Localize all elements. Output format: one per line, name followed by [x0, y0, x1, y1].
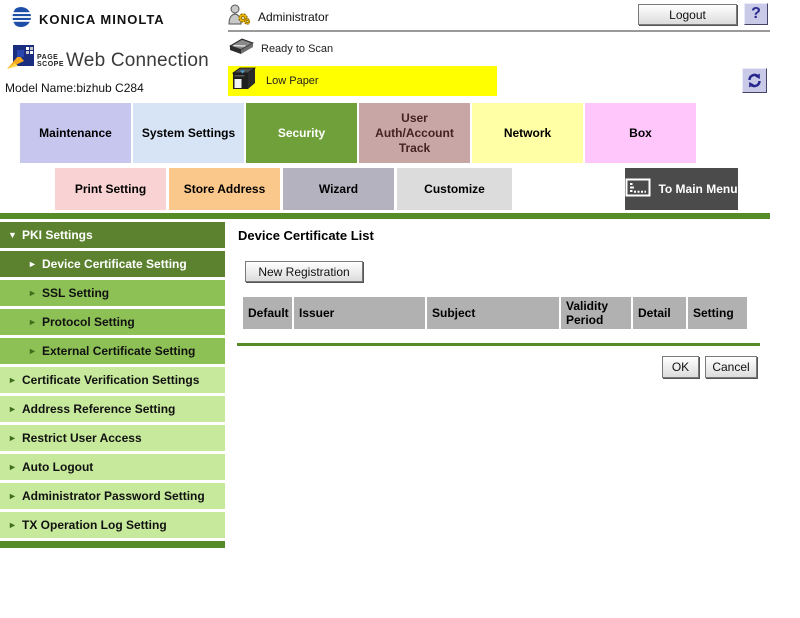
chevron-right-icon: ► [8, 401, 22, 417]
pagescope-web-connection-app: KONICA MINOLTA PAGE SCOPE Web Connection… [0, 0, 800, 618]
product-name: Web Connection [66, 50, 209, 72]
sidebar-item-protocol-setting[interactable]: ► Protocol Setting [0, 309, 225, 335]
refresh-button[interactable] [742, 68, 767, 93]
chevron-right-icon: ► [8, 459, 22, 475]
status-low-paper: Low Paper [228, 66, 497, 96]
sidebar-bottom-bar [0, 541, 225, 548]
header-divider [228, 30, 770, 32]
action-button-row: OK Cancel [230, 356, 757, 378]
cancel-button[interactable]: Cancel [705, 356, 757, 378]
sidebar-item-label: Certificate Verification Settings [22, 372, 225, 388]
chevron-right-icon: ► [28, 285, 42, 301]
tab-print-setting[interactable]: Print Setting [55, 168, 166, 210]
main-content: Device Certificate List New Registration… [230, 222, 775, 243]
sidebar-item-tx-operation-log-setting[interactable]: ► TX Operation Log Setting [0, 512, 225, 538]
status-ready-to-scan: Ready to Scan [228, 38, 333, 60]
refresh-icon [746, 72, 763, 89]
new-registration-button[interactable]: New Registration [245, 261, 363, 282]
ok-button[interactable]: OK [662, 356, 699, 378]
administrator-user-icon [228, 4, 250, 30]
admin-user-row: Administrator [228, 4, 329, 30]
chevron-down-icon: ▼ [8, 227, 22, 243]
sidebar-item-ssl-setting[interactable]: ► SSL Setting [0, 280, 225, 306]
chevron-right-icon: ► [8, 372, 22, 388]
status-ready-label: Ready to Scan [261, 43, 333, 55]
sidebar-item-certificate-verification-settings[interactable]: ► Certificate Verification Settings [0, 367, 225, 393]
pagescope-word-page: PAGE [37, 54, 64, 61]
konica-minolta-globe-icon [9, 6, 33, 33]
sidebar-item-label: TX Operation Log Setting [22, 517, 225, 533]
tab-wizard[interactable]: Wizard [283, 168, 394, 210]
sidebar-item-label: PKI Settings [22, 227, 225, 243]
sub-tab-bar: Print Setting Store Address Wizard Custo… [55, 168, 512, 210]
tab-system-settings[interactable]: System Settings [133, 103, 244, 163]
column-header-issuer: Issuer [294, 297, 425, 329]
sidebar-item-label: Address Reference Setting [22, 401, 225, 417]
to-main-menu-button[interactable]: To Main Menu [625, 168, 738, 210]
column-header-detail: Detail [633, 297, 686, 329]
sidebar-item-label: Administrator Password Setting [22, 488, 225, 504]
chevron-right-icon: ► [28, 256, 42, 272]
chevron-right-icon: ► [8, 488, 22, 504]
sidebar-item-device-certificate-setting[interactable]: ► Device Certificate Setting [0, 251, 225, 277]
tab-user-auth-account-track[interactable]: User Auth/Account Track [359, 103, 470, 163]
sidebar-item-external-certificate-setting[interactable]: ► External Certificate Setting [0, 338, 225, 364]
tab-box[interactable]: Box [585, 103, 696, 163]
column-header-default: Default [243, 297, 292, 329]
column-header-validity-period: Validity Period [561, 297, 631, 329]
tab-network[interactable]: Network [472, 103, 583, 163]
main-tab-bar: Maintenance System Settings Security Use… [20, 103, 696, 163]
administrator-label: Administrator [258, 10, 329, 24]
column-header-subject: Subject [427, 297, 559, 329]
tab-store-address[interactable]: Store Address [169, 168, 280, 210]
sidebar-item-label: Auto Logout [22, 459, 225, 475]
tab-customize[interactable]: Customize [397, 168, 512, 210]
sidebar-item-restrict-user-access[interactable]: ► Restrict User Access [0, 425, 225, 451]
sidebar-item-label: External Certificate Setting [42, 343, 225, 359]
sidebar-item-pki-settings[interactable]: ▼ PKI Settings [0, 222, 225, 248]
pagescope-icon [5, 45, 35, 76]
model-name: Model Name:bizhub C284 [5, 81, 220, 95]
sidebar-item-label: Device Certificate Setting [42, 256, 225, 272]
to-main-menu-label: To Main Menu [658, 182, 737, 196]
sidebar-item-label: Protocol Setting [42, 314, 225, 330]
page-title: Device Certificate List [238, 228, 775, 243]
printer-icon [230, 65, 258, 98]
sidebar-item-administrator-password-setting[interactable]: ► Administrator Password Setting [0, 483, 225, 509]
sidebar-item-auto-logout[interactable]: ► Auto Logout [0, 454, 225, 480]
status-low-paper-label: Low Paper [266, 75, 319, 87]
chevron-right-icon: ► [28, 314, 42, 330]
scanner-icon [228, 37, 255, 61]
content-divider-rule [237, 343, 760, 346]
tab-security[interactable]: Security [246, 103, 357, 163]
main-menu-icon [625, 178, 651, 200]
help-button[interactable]: ? [744, 3, 768, 25]
chevron-right-icon: ► [8, 517, 22, 533]
logout-button[interactable]: Logout [638, 4, 737, 25]
active-tab-underline-bar [0, 213, 770, 219]
konica-minolta-logo-text: KONICA MINOLTA [39, 12, 165, 27]
chevron-right-icon: ► [8, 430, 22, 446]
settings-sidebar: ▼ PKI Settings ► Device Certificate Sett… [0, 222, 225, 548]
chevron-right-icon: ► [28, 343, 42, 359]
brand-block: KONICA MINOLTA PAGE SCOPE Web Connection… [5, 6, 220, 95]
sidebar-item-label: Restrict User Access [22, 430, 225, 446]
column-header-setting: Setting [688, 297, 747, 329]
device-certificate-table-header: Default Issuer Subject Validity Period D… [243, 297, 747, 329]
pagescope-wordmark: PAGE SCOPE [37, 54, 64, 68]
pagescope-word-scope: SCOPE [37, 61, 64, 68]
sidebar-item-label: SSL Setting [42, 285, 225, 301]
tab-maintenance[interactable]: Maintenance [20, 103, 131, 163]
sidebar-item-address-reference-setting[interactable]: ► Address Reference Setting [0, 396, 225, 422]
